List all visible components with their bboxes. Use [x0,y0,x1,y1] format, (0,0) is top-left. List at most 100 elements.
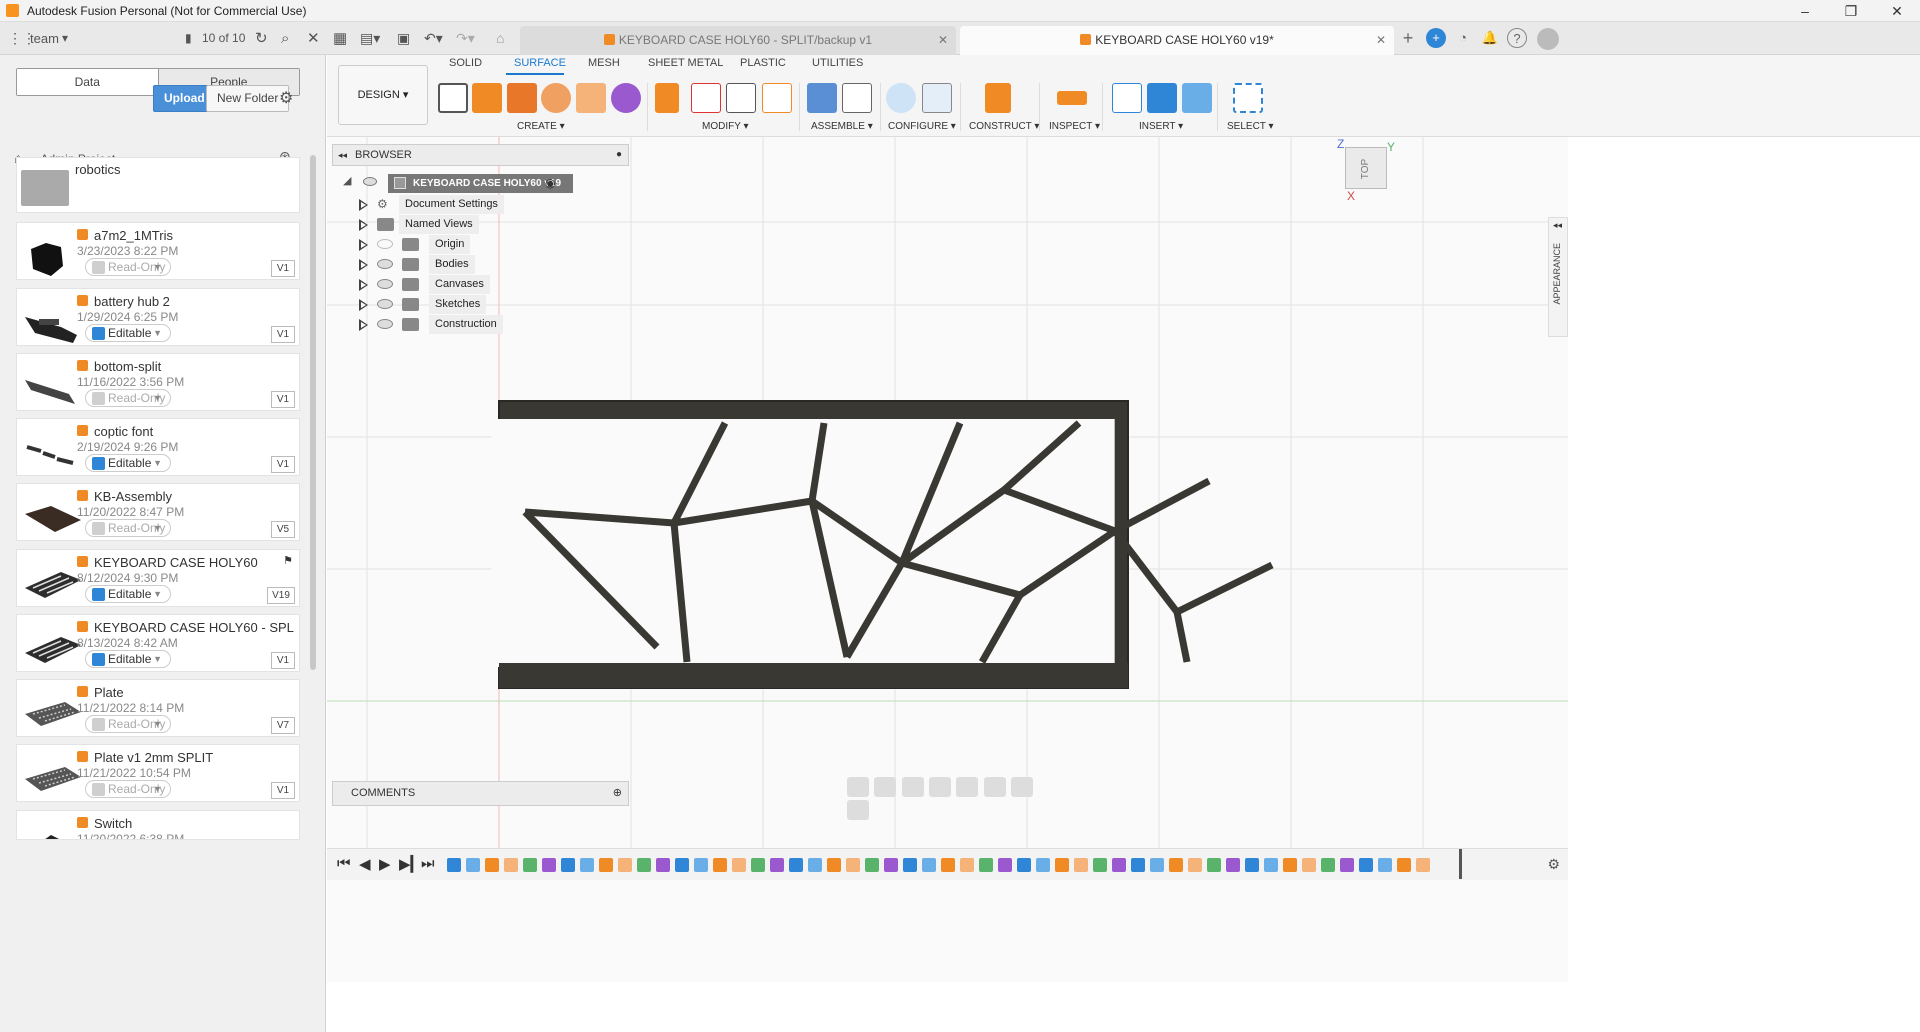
timeline-feature-icon[interactable] [1245,858,1259,872]
list-item[interactable]: battery hub 2 1/29/2024 6:25 PM Editable… [16,288,300,346]
timeline-feature-icon[interactable] [1074,858,1088,872]
tab-utilities[interactable]: UTILITIES [812,57,863,69]
offset-plane-icon[interactable] [985,83,1011,113]
activate-radio-icon[interactable]: ◉ [545,176,555,190]
configure-icon[interactable] [886,83,916,113]
timeline-feature-icon[interactable] [827,858,841,872]
timeline-feature-icon[interactable] [713,858,727,872]
timeline-feature-icon[interactable] [979,858,993,872]
timeline-feature-icon[interactable] [1340,858,1354,872]
insert-mesh-icon[interactable] [1147,83,1177,113]
go-to-start-icon[interactable]: ⏮ [337,855,351,872]
expand-icon[interactable] [359,239,368,251]
create-menu[interactable]: CREATE ▾ [517,121,565,132]
revolve-icon[interactable] [507,83,537,113]
pan-hand-icon[interactable] [901,777,924,797]
select-menu[interactable]: SELECT ▾ [1227,121,1274,132]
permission-badge[interactable]: Read-Only ▼ [85,258,171,276]
close-icon[interactable]: ✕ [307,22,320,55]
list-item[interactable]: bottom-split 11/16/2022 3:56 PM Read-Onl… [16,353,300,411]
timeline-feature-icon[interactable] [1397,858,1411,872]
timeline-feature-icon[interactable] [846,858,860,872]
insert-derive-icon[interactable] [1112,83,1142,113]
timeline-feature-icon[interactable] [922,858,936,872]
timeline-feature-icon[interactable] [675,858,689,872]
keyboard-case-model[interactable] [491,400,1274,689]
flag-icon[interactable]: ⚑ [283,554,293,567]
timeline-feature-icon[interactable] [1226,858,1240,872]
visibility-eye-icon[interactable] [363,177,377,186]
tab-data[interactable]: Data [17,69,158,95]
delete-icon[interactable] [691,83,721,113]
timeline-feature-icon[interactable] [1302,858,1316,872]
job-status-icon[interactable]: ◔ [1453,28,1473,48]
help-icon[interactable]: ? [1507,28,1527,48]
extensions-icon[interactable]: + [1426,28,1446,48]
timeline-feature-icon[interactable] [1169,858,1183,872]
patch-icon[interactable] [611,83,641,113]
tab-plastic[interactable]: PLASTIC [740,57,786,69]
avatar[interactable] [1537,28,1559,50]
timeline-feature-icon[interactable] [1416,858,1430,872]
step-forward-icon[interactable]: ▶▎ [399,855,422,873]
restore-icon[interactable]: ❐ [1828,0,1874,22]
version-badge[interactable]: V19 [267,587,295,604]
step-back-icon[interactable]: ◀ [359,855,371,873]
viewports-icon[interactable] [847,800,869,820]
document-tab-active[interactable]: KEYBOARD CASE HOLY60 v19* ✕ [960,26,1394,55]
display-settings-icon[interactable] [983,777,1006,797]
list-item[interactable]: KEYBOARD CASE HOLY60 ⚑ 8/12/2024 9:30 PM… [16,549,300,607]
timeline-feature-icon[interactable] [561,858,575,872]
close-tab-icon[interactable]: ✕ [938,26,948,55]
browser-panel-header[interactable]: ◂◂ BROWSER ● [332,144,629,166]
version-badge[interactable]: V5 [271,521,295,538]
list-item[interactable]: Switch 11/20/2022 6:38 PM [16,810,300,840]
expand-icon[interactable] [359,319,368,331]
list-item[interactable]: KB-Assembly 11/20/2022 8:47 PM Read-Only… [16,483,300,541]
tree-collapse-icon[interactable]: ◢ [343,174,351,187]
timeline-feature-icon[interactable] [447,858,461,872]
tab-sheet-metal[interactable]: SHEET METAL [648,57,723,69]
notifications-icon[interactable]: 🔔 [1480,28,1500,48]
comments-panel-header[interactable]: COMMENTS ⊕ [332,781,629,806]
table-icon[interactable] [922,83,952,113]
offset-icon[interactable] [762,83,792,113]
version-badge[interactable]: V1 [271,391,295,408]
refresh-icon[interactable]: ↻ [255,22,268,55]
loft-icon[interactable] [576,83,606,113]
expand-icon[interactable] [359,299,368,311]
team-selector[interactable]: team [30,22,59,55]
extrude-icon[interactable] [472,83,502,113]
new-folder-button[interactable]: New Folder [206,85,290,112]
timeline-feature-icon[interactable] [884,858,898,872]
timeline-feature-icon[interactable] [865,858,879,872]
timeline-feature-icon[interactable] [637,858,651,872]
expand-icon[interactable] [359,259,368,271]
apps-grid-icon[interactable]: ▦ [333,22,347,55]
timeline-feature-icon[interactable] [1036,858,1050,872]
save-icon[interactable]: ▣ [397,22,410,55]
permission-badge[interactable]: Editable ▼ [85,585,171,603]
tab-surface[interactable]: SURFACE [514,57,566,69]
tab-mesh[interactable]: MESH [588,57,620,69]
timeline-feature-icon[interactable] [960,858,974,872]
permission-badge[interactable]: Read-Only ▼ [85,780,171,798]
expand-icon[interactable] [359,279,368,291]
close-window-icon[interactable]: ✕ [1874,0,1920,22]
file-menu-icon[interactable]: ▤▾ [360,22,380,55]
hidden-eye-icon[interactable] [377,239,393,249]
timeline-feature-icon[interactable] [1055,858,1069,872]
assemble-menu[interactable]: ASSEMBLE ▾ [811,121,873,132]
timeline-feature-icon[interactable] [903,858,917,872]
permission-badge[interactable]: Editable ▼ [85,650,171,668]
add-comment-icon[interactable]: ⊕ [613,782,622,805]
appearance-panel-tab[interactable]: ◂◂ APPEARANCE [1548,217,1568,337]
permission-badge[interactable]: Editable ▼ [85,324,171,342]
timeline-feature-icon[interactable] [618,858,632,872]
tab-solid[interactable]: SOLID [449,57,482,69]
go-to-end-icon[interactable]: ⏭ [421,855,435,872]
version-badge[interactable]: V1 [271,456,295,473]
visibility-eye-icon[interactable] [377,299,393,309]
modify-menu[interactable]: MODIFY ▾ [702,121,749,132]
select-icon[interactable] [1233,83,1263,113]
